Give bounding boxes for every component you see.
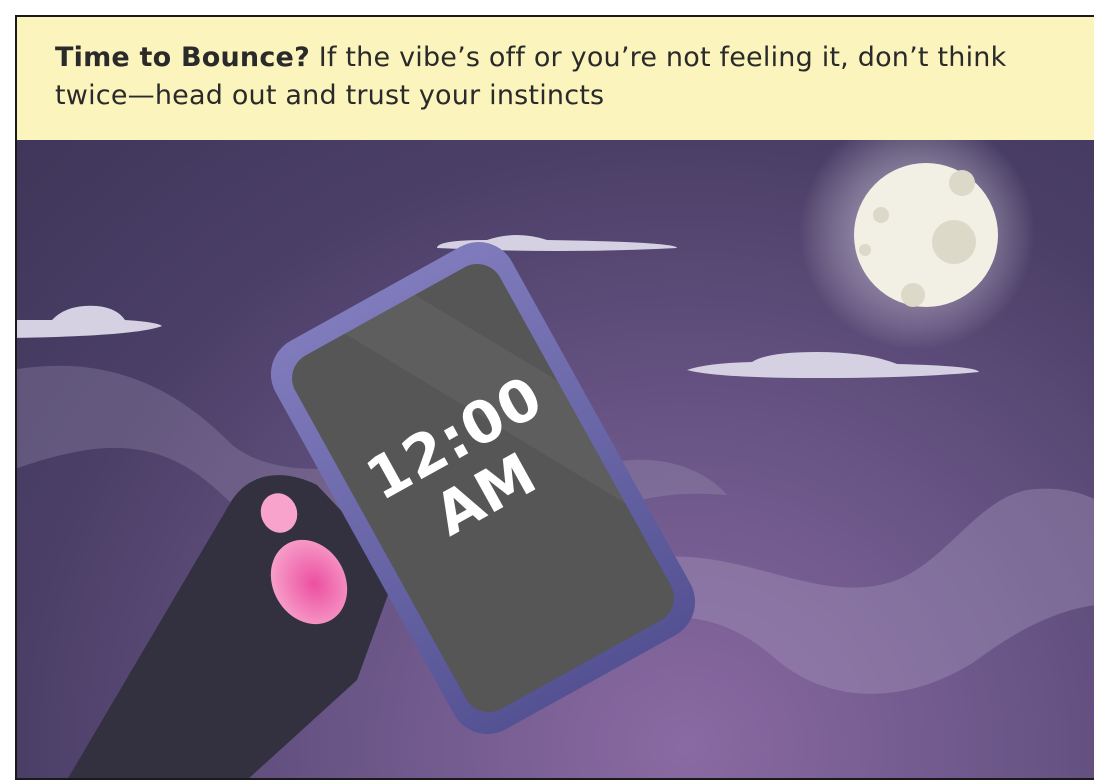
caption-lead: Time to Bounce?	[55, 42, 310, 73]
caption-text: Time to Bounce? If the vibe’s off or you…	[55, 39, 1055, 115]
caption-box: Time to Bounce? If the vibe’s off or you…	[15, 15, 1094, 142]
night-scene: 12:00 AM	[15, 140, 1094, 780]
moon-icon	[799, 140, 1035, 350]
comic-panel: Time to Bounce? If the vibe’s off or you…	[0, 0, 1094, 782]
